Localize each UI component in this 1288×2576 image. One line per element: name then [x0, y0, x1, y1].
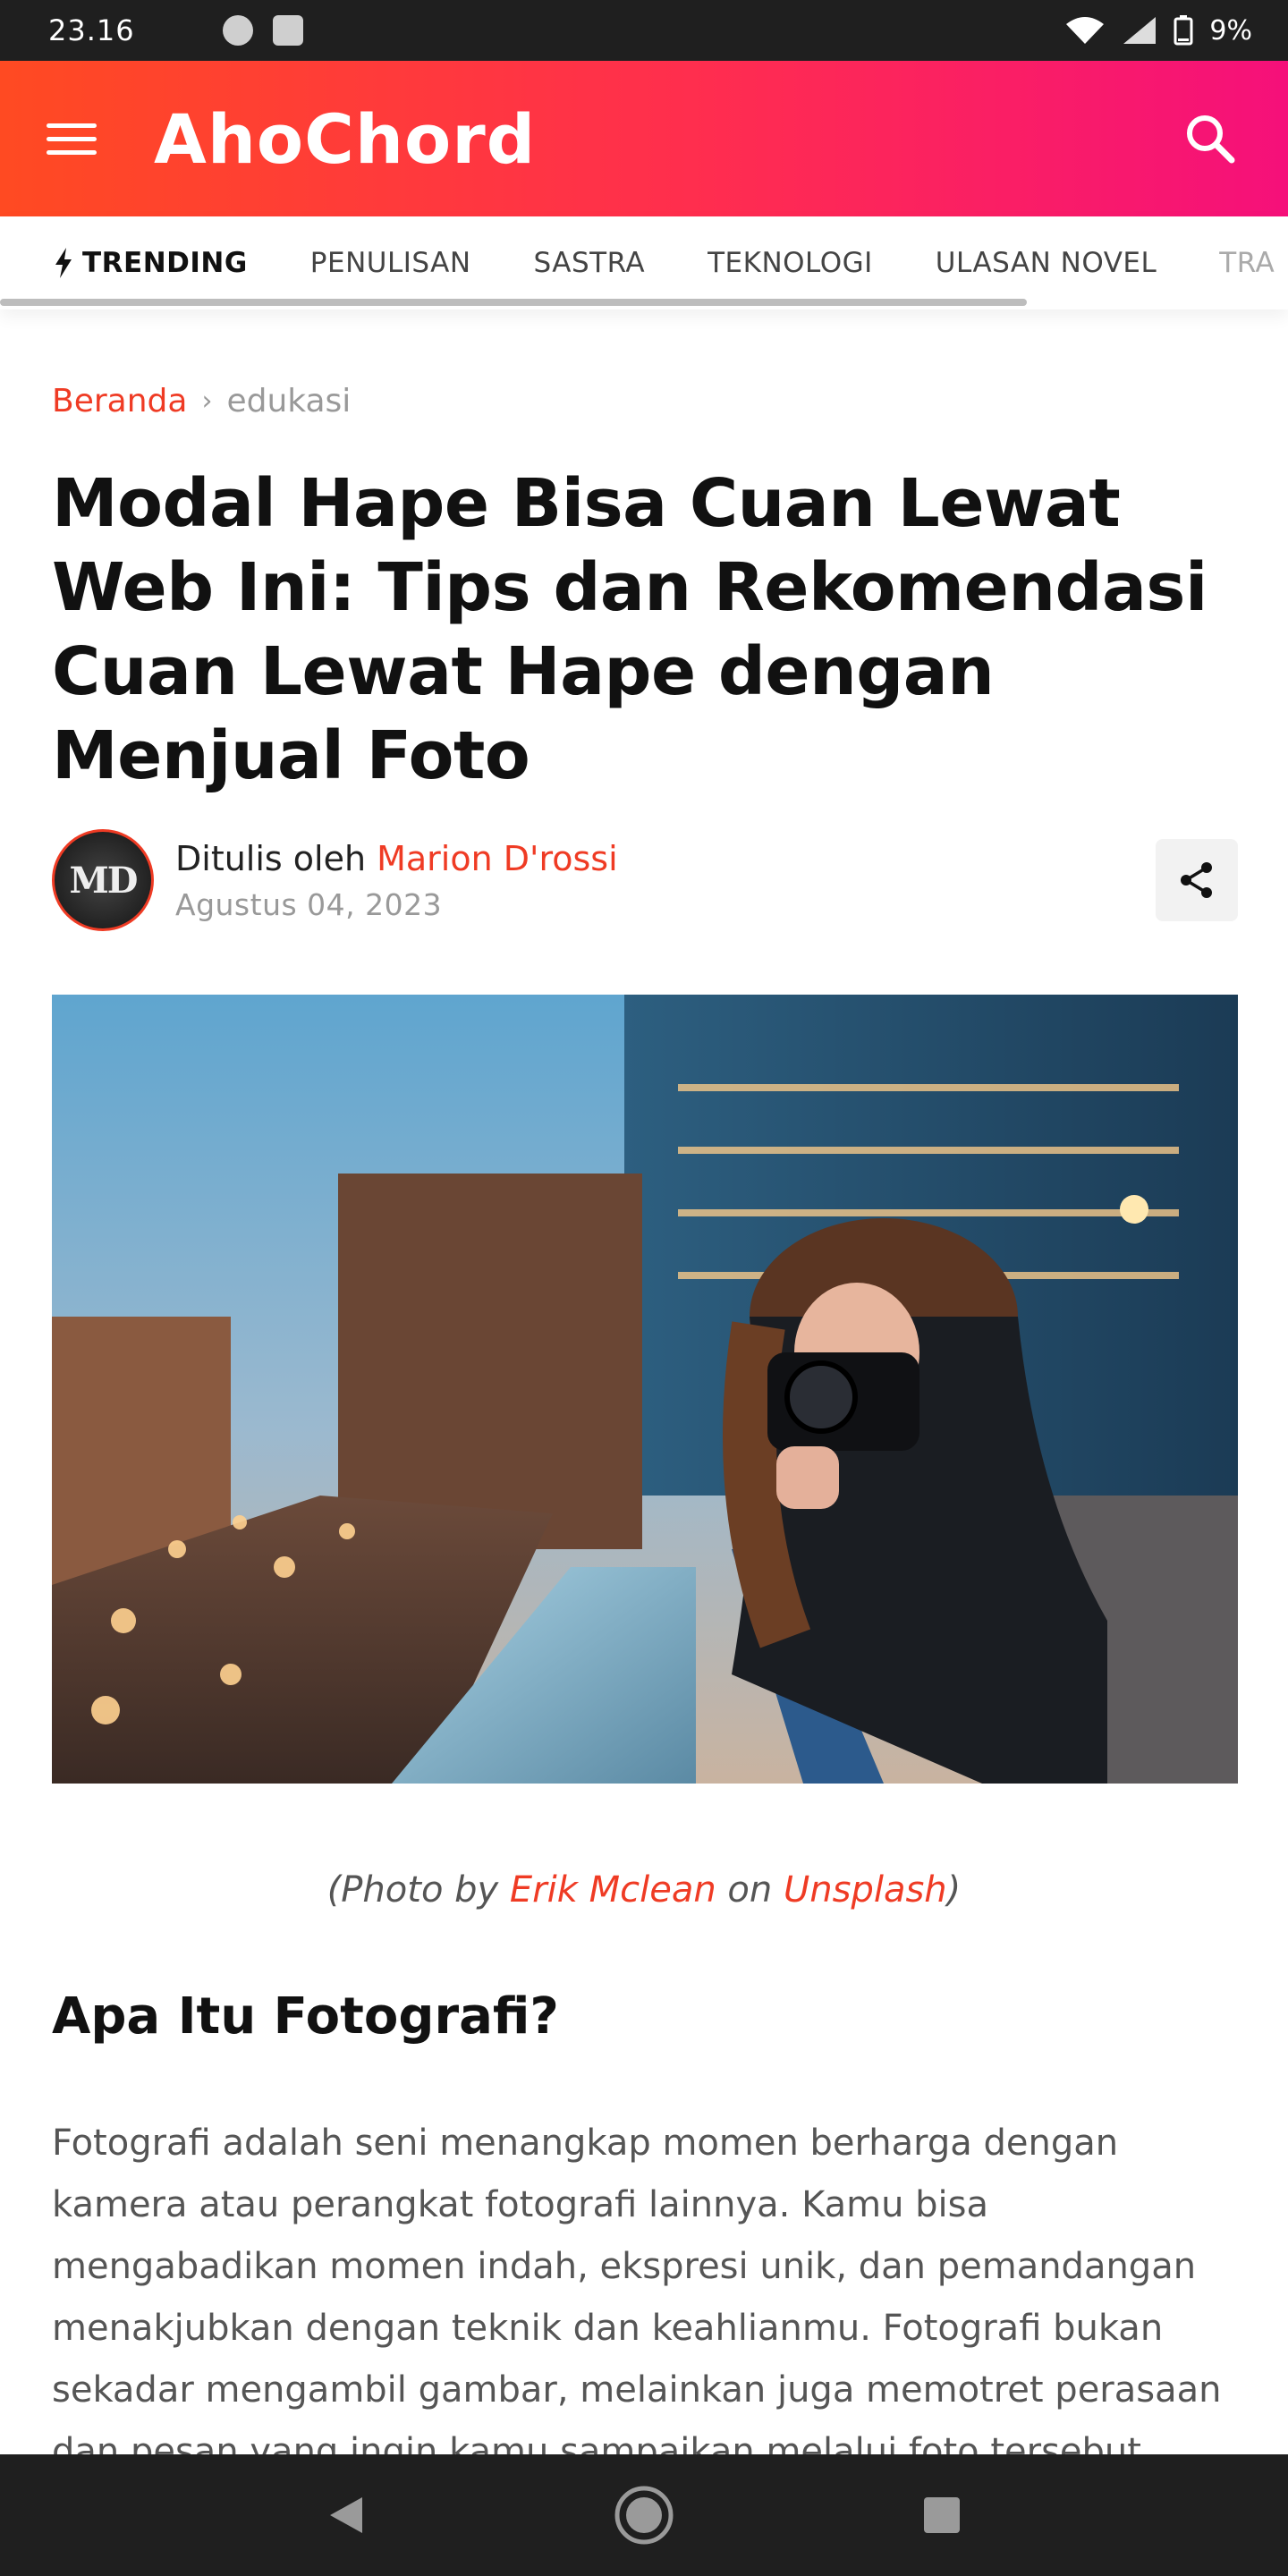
- search-icon: [1187, 115, 1235, 164]
- author-row: MD Ditulis oleh Marion D'rossi Agustus 04…: [52, 828, 1238, 932]
- hero-photo: [52, 995, 1238, 1784]
- hamburger-icon: [47, 123, 97, 128]
- avatar[interactable]: MD: [52, 829, 154, 931]
- category-nav: TRENDING PENULISAN SASTRA TEKNOLOGI ULAS…: [0, 216, 1288, 309]
- caption-open: (Photo by: [326, 1869, 510, 1911]
- recents-icon: [924, 2497, 961, 2533]
- search-button[interactable]: [1179, 107, 1241, 170]
- tab-penulisan[interactable]: PENULISAN: [310, 247, 471, 279]
- status-time: 23.16: [48, 13, 135, 47]
- tab-tra[interactable]: TRA: [1219, 247, 1275, 279]
- site-logo[interactable]: AhoChord: [154, 99, 536, 179]
- signal-icon: [1123, 17, 1157, 44]
- tab-ulasan-novel[interactable]: ULASAN NOVEL: [936, 247, 1157, 279]
- status-indicators: 9%: [1064, 15, 1252, 47]
- image-caption: (Photo by Erik Mclean on Unsplash): [0, 1869, 1288, 1911]
- app-notification-icon: [167, 21, 203, 40]
- tab-trending-label: TRENDING: [82, 247, 248, 279]
- store-icon: [272, 15, 303, 46]
- home-button[interactable]: [608, 2479, 680, 2551]
- breadcrumb-home[interactable]: Beranda: [52, 383, 187, 419]
- cat-icon: [222, 15, 253, 46]
- section-heading: Apa Itu Fotografi?: [52, 1987, 559, 2046]
- breadcrumb-current[interactable]: edukasi: [226, 383, 351, 419]
- chevron-right-icon: ›: [201, 386, 213, 417]
- back-button[interactable]: [310, 2479, 382, 2551]
- article-paragraph: Fotografi adalah seni menangkap momen be…: [52, 2123, 1222, 2462]
- status-bar: 23.16 9%: [0, 0, 1288, 61]
- back-icon: [329, 2497, 362, 2533]
- tab-trending[interactable]: TRENDING: [54, 247, 248, 279]
- home-icon: [614, 2486, 674, 2545]
- photographer-link[interactable]: Erik Mclean: [510, 1869, 716, 1911]
- caption-close: ): [946, 1869, 962, 1911]
- author-line: Ditulis oleh Marion D'rossi: [175, 839, 618, 878]
- hero-image: [52, 995, 1238, 1784]
- share-button[interactable]: [1156, 839, 1238, 921]
- battery-icon: [1174, 15, 1193, 46]
- tab-teknologi[interactable]: TEKNOLOGI: [708, 247, 873, 279]
- share-icon: [1181, 862, 1212, 898]
- category-scrollbar[interactable]: [0, 299, 1027, 306]
- article-title: Modal Hape Bisa Cuan Lewat Web Ini: Tips…: [52, 465, 1208, 794]
- caption-middle: on: [716, 1869, 784, 1911]
- recents-button[interactable]: [906, 2479, 978, 2551]
- battery-percent: 9%: [1209, 14, 1252, 47]
- menu-button[interactable]: [47, 112, 100, 165]
- system-nav-bar: [0, 2454, 1288, 2576]
- breadcrumb: Beranda › edukasi: [52, 383, 351, 419]
- hamburger-icon-line: [47, 149, 97, 155]
- post-date: Agustus 04, 2023: [175, 886, 443, 922]
- wifi-icon: [1066, 17, 1105, 44]
- notification-icons: [167, 15, 303, 46]
- app-header: AhoChord: [0, 61, 1288, 216]
- author-prefix: Ditulis oleh: [175, 838, 367, 878]
- author-name[interactable]: Marion D'rossi: [377, 839, 618, 878]
- lightning-icon: [55, 248, 72, 278]
- source-link[interactable]: Unsplash: [784, 1869, 947, 1911]
- hamburger-icon-line: [47, 136, 97, 141]
- author-info: Ditulis oleh Marion D'rossi Agustus 04, 2…: [175, 839, 618, 922]
- tab-sastra[interactable]: SASTRA: [534, 247, 646, 279]
